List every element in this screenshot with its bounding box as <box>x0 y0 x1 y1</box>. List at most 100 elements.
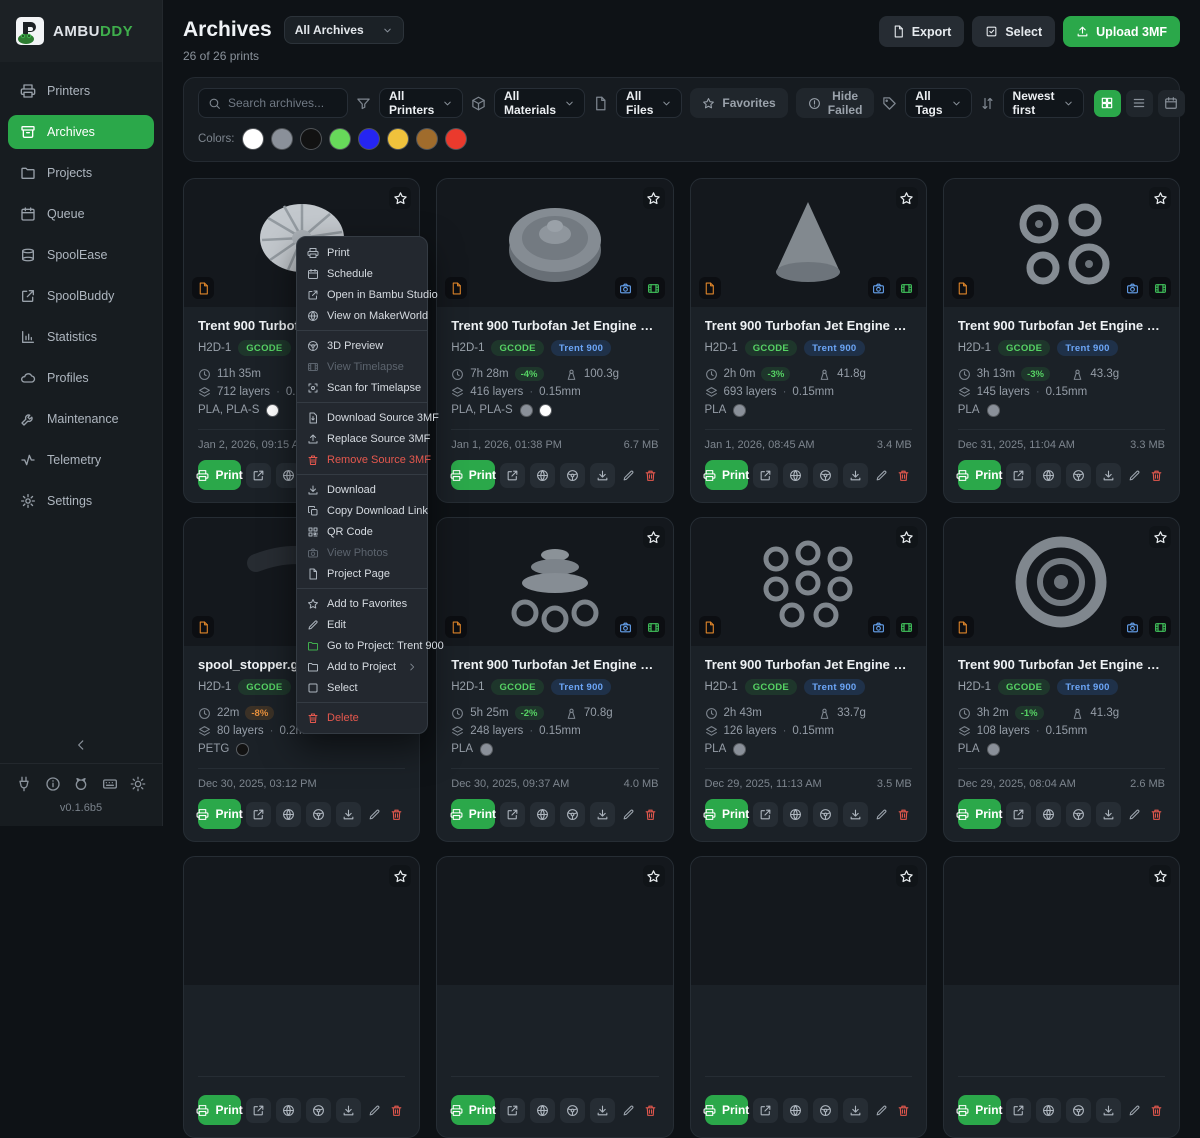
print-button[interactable]: Print <box>958 460 1001 490</box>
menu-item-select[interactable]: Select <box>297 677 427 698</box>
menu-item-3d-preview[interactable]: 3D Preview <box>297 335 427 356</box>
menu-item-project-page[interactable]: Project Page <box>297 563 427 584</box>
preview-3d-button[interactable] <box>306 1098 331 1123</box>
print-button[interactable]: Print <box>198 799 241 829</box>
archive-scope-select[interactable]: All Archives <box>284 16 404 44</box>
open-external-button[interactable] <box>753 802 778 827</box>
color-swatch-black[interactable] <box>301 129 321 149</box>
delete-button[interactable] <box>642 802 659 827</box>
favorites-filter-button[interactable]: Favorites <box>690 88 787 118</box>
delete-button[interactable] <box>1148 802 1165 827</box>
info-icon[interactable] <box>45 776 61 792</box>
sidebar-item-maintenance[interactable]: Maintenance <box>8 402 154 436</box>
open-external-button[interactable] <box>500 463 525 488</box>
download-button[interactable] <box>1096 463 1121 488</box>
select-button[interactable]: Select <box>972 16 1055 47</box>
edit-button[interactable] <box>620 1098 637 1123</box>
download-button[interactable] <box>336 802 361 827</box>
edit-button[interactable] <box>366 802 383 827</box>
edit-button[interactable] <box>1126 463 1143 488</box>
menu-item-download[interactable]: Download <box>297 479 427 500</box>
favorite-star-button[interactable] <box>643 865 665 887</box>
delete-button[interactable] <box>388 1098 405 1123</box>
keyboard-icon[interactable] <box>102 776 118 792</box>
download-button[interactable] <box>590 463 615 488</box>
makerworld-button[interactable] <box>530 463 555 488</box>
menu-item-view-on-makerworld[interactable]: View on MakerWorld <box>297 305 427 326</box>
print-button[interactable]: Print <box>451 460 494 490</box>
print-button[interactable]: Print <box>705 799 748 829</box>
print-button[interactable]: Print <box>198 1095 241 1125</box>
favorite-star-button[interactable] <box>896 526 918 548</box>
download-button[interactable] <box>843 463 868 488</box>
favorite-star-button[interactable] <box>896 865 918 887</box>
delete-button[interactable] <box>1148 463 1165 488</box>
preview-3d-button[interactable] <box>306 802 331 827</box>
menu-item-replace-source-3mf[interactable]: Replace Source 3MF <box>297 428 427 449</box>
delete-button[interactable] <box>642 1098 659 1123</box>
menu-item-print[interactable]: Print <box>297 242 427 263</box>
sidebar-item-archives[interactable]: Archives <box>8 115 154 149</box>
delete-button[interactable] <box>642 463 659 488</box>
edit-button[interactable] <box>873 1098 890 1123</box>
delete-button[interactable] <box>1148 1098 1165 1123</box>
materials-filter-select[interactable]: All Materials <box>494 88 585 118</box>
preview-3d-button[interactable] <box>813 1098 838 1123</box>
menu-item-open-in-bambu-studio[interactable]: Open in Bambu Studio <box>297 284 427 305</box>
download-button[interactable] <box>1096 802 1121 827</box>
makerworld-button[interactable] <box>1036 463 1061 488</box>
download-button[interactable] <box>590 1098 615 1123</box>
printers-filter-select[interactable]: All Printers <box>379 88 463 118</box>
tags-filter-select[interactable]: All Tags <box>905 88 971 118</box>
color-swatch-blue[interactable] <box>359 129 379 149</box>
sidebar-item-projects[interactable]: Projects <box>8 156 154 190</box>
edit-button[interactable] <box>1126 802 1143 827</box>
preview-3d-button[interactable] <box>560 802 585 827</box>
makerworld-button[interactable] <box>783 802 808 827</box>
color-swatch-red[interactable] <box>446 129 466 149</box>
sidebar-item-settings[interactable]: Settings <box>8 484 154 518</box>
download-button[interactable] <box>336 1098 361 1123</box>
delete-button[interactable] <box>895 802 912 827</box>
color-swatch-green[interactable] <box>330 129 350 149</box>
upload-3mf-button[interactable]: Upload 3MF <box>1063 16 1180 47</box>
open-external-button[interactable] <box>246 802 271 827</box>
makerworld-button[interactable] <box>1036 802 1061 827</box>
edit-button[interactable] <box>873 802 890 827</box>
menu-item-qr-code[interactable]: QR Code <box>297 521 427 542</box>
favorite-star-button[interactable] <box>389 865 411 887</box>
print-button[interactable]: Print <box>705 1095 748 1125</box>
open-external-button[interactable] <box>1006 463 1031 488</box>
files-filter-select[interactable]: All Files <box>616 88 682 118</box>
menu-item-copy-download-link[interactable]: Copy Download Link <box>297 500 427 521</box>
open-external-button[interactable] <box>1006 1098 1031 1123</box>
menu-item-edit[interactable]: Edit <box>297 614 427 635</box>
sidebar-item-telemetry[interactable]: Telemetry <box>8 443 154 477</box>
hide-failed-button[interactable]: Hide Failed <box>796 88 875 118</box>
calendar-view-toggle[interactable] <box>1158 90 1185 117</box>
sort-order-select[interactable]: Newest first <box>1003 88 1084 118</box>
makerworld-button[interactable] <box>276 1098 301 1123</box>
sidebar-item-queue[interactable]: Queue <box>8 197 154 231</box>
menu-item-add-to-project[interactable]: Add to Project <box>297 656 427 677</box>
theme-toggle-icon[interactable] <box>130 776 146 792</box>
makerworld-button[interactable] <box>783 1098 808 1123</box>
color-swatch-yellow[interactable] <box>388 129 408 149</box>
menu-item-go-to-project-trent-900[interactable]: Go to Project: Trent 900 <box>297 635 427 656</box>
edit-button[interactable] <box>873 463 890 488</box>
menu-item-delete[interactable]: Delete <box>297 707 427 728</box>
favorite-star-button[interactable] <box>1149 526 1171 548</box>
menu-item-schedule[interactable]: Schedule <box>297 263 427 284</box>
favorite-star-button[interactable] <box>896 187 918 209</box>
color-swatch-gray[interactable] <box>272 129 292 149</box>
print-button[interactable]: Print <box>198 460 241 490</box>
menu-item-scan-for-timelapse[interactable]: Scan for Timelapse <box>297 377 427 398</box>
github-icon[interactable] <box>73 776 89 792</box>
delete-button[interactable] <box>388 802 405 827</box>
edit-button[interactable] <box>620 802 637 827</box>
menu-item-download-source-3mf[interactable]: Download Source 3MF <box>297 407 427 428</box>
makerworld-button[interactable] <box>1036 1098 1061 1123</box>
edit-button[interactable] <box>366 1098 383 1123</box>
open-external-button[interactable] <box>500 802 525 827</box>
makerworld-button[interactable] <box>530 802 555 827</box>
